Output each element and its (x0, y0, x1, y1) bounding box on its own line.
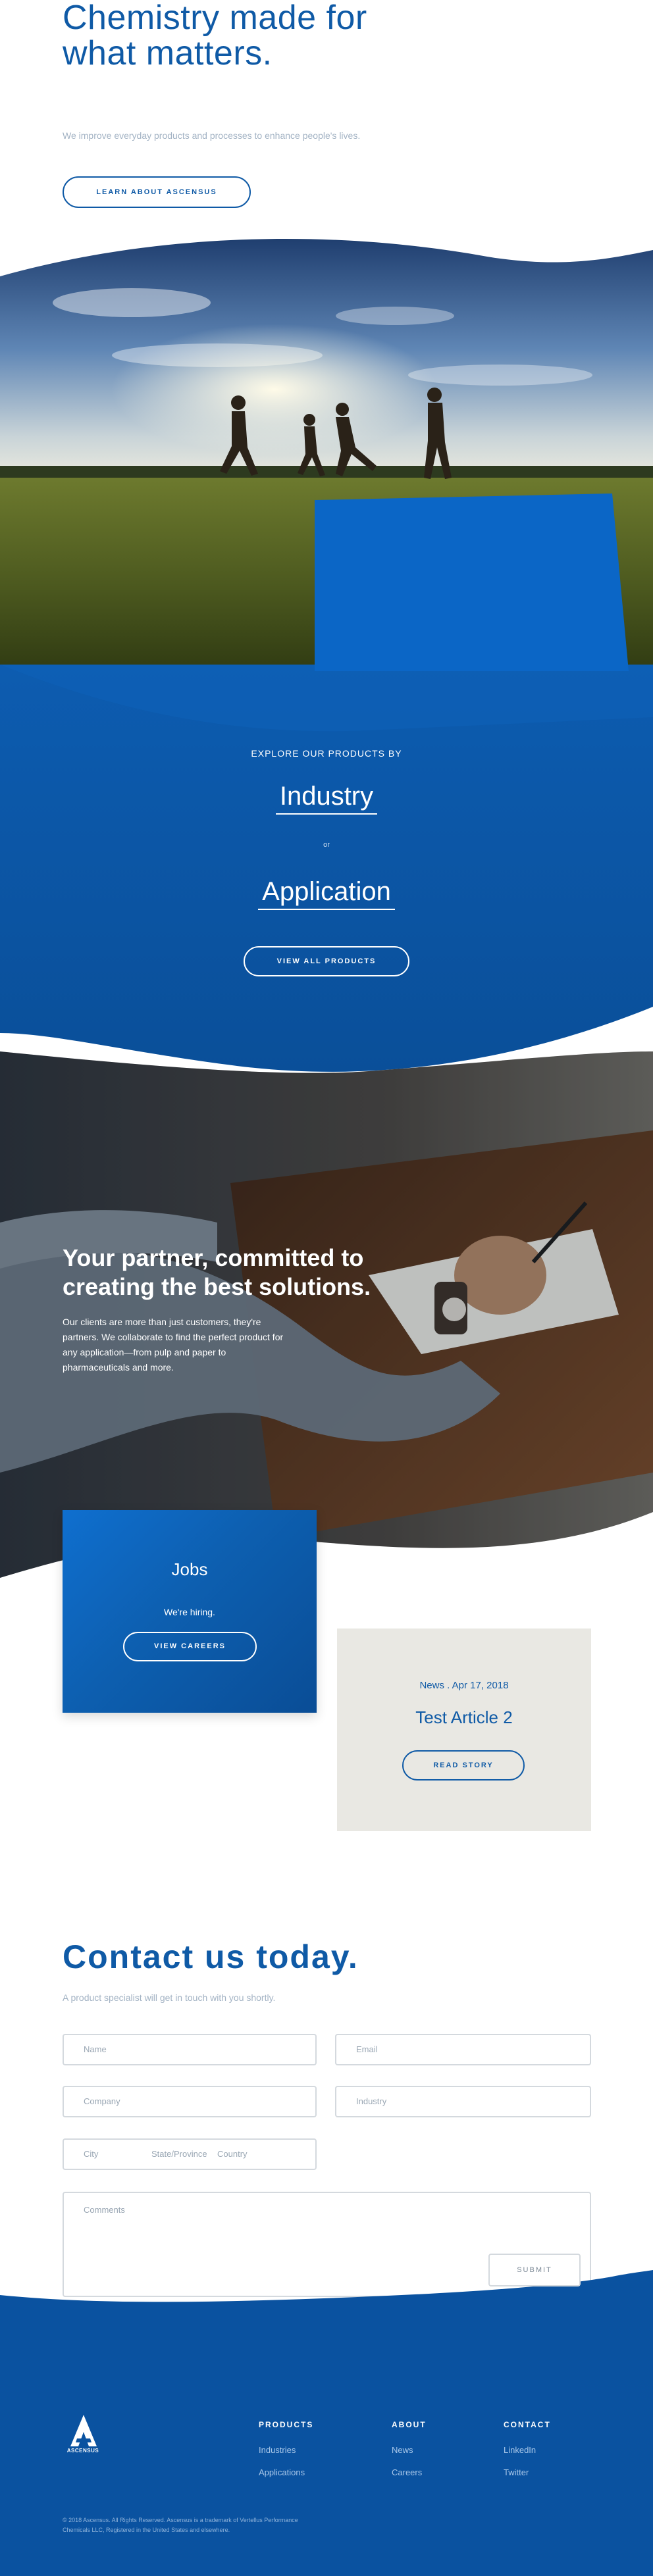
learn-about-button[interactable]: LEARN ABOUT ASCENSUS (63, 176, 251, 208)
photo-blue-overlay (315, 493, 629, 671)
footer-heading-about: ABOUT (392, 2420, 427, 2429)
footer-link-careers[interactable]: Careers (392, 2467, 422, 2477)
article-title[interactable]: Test Article 2 (337, 1707, 591, 1728)
footer-link-applications[interactable]: Applications (259, 2467, 305, 2477)
read-story-button[interactable]: READ STORY (402, 1750, 525, 1780)
name-field[interactable]: Name (63, 2034, 317, 2065)
jobs-title: Jobs (171, 1559, 208, 1579)
footer-link-news[interactable]: News (392, 2445, 413, 2455)
hero-title: Chemistry made for what matters. (63, 0, 367, 72)
footer-heading-contact: CONTACT (504, 2420, 551, 2429)
hero-subtitle: We improve everyday products and process… (63, 130, 361, 141)
industry-link[interactable]: Industry (0, 782, 653, 815)
footer-link-industries[interactable]: Industries (259, 2445, 296, 2455)
country-field[interactable]: Country (217, 2140, 248, 2169)
footer-link-twitter[interactable]: Twitter (504, 2467, 529, 2477)
page: Chemistry made for what matters. We impr… (0, 0, 653, 2576)
article-card: News . Apr 17, 2018 Test Article 2 READ … (337, 1629, 591, 1831)
application-link[interactable]: Application (0, 877, 653, 910)
industry-field[interactable]: Industry (335, 2086, 591, 2117)
article-meta: News . Apr 17, 2018 (419, 1680, 509, 1691)
application-link-label[interactable]: Application (258, 877, 395, 910)
partner-title: Your partner, committed to creating the … (63, 1244, 371, 1300)
contact-title: Contact us today. (63, 1938, 359, 1975)
view-careers-button[interactable]: VIEW CAREERS (123, 1632, 257, 1661)
industry-link-label[interactable]: Industry (275, 782, 378, 815)
footer-heading-products: PRODUCTS (259, 2420, 314, 2429)
copyright-text: © 2018 Ascensus. All Rights Reserved. As… (63, 2517, 298, 2533)
contact-subtitle: A product specialist will get in touch w… (63, 1992, 276, 2003)
company-field[interactable]: Company (63, 2086, 317, 2117)
location-field-group: City State/Province Country (63, 2138, 317, 2170)
logo-text: ASCENSUS (66, 2448, 99, 2454)
footer-link-linkedin[interactable]: LinkedIn (504, 2445, 536, 2455)
view-all-products-button[interactable]: VIEW ALL PRODUCTS (244, 946, 409, 976)
state-field[interactable]: State/Province (151, 2140, 207, 2169)
products-label: EXPLORE OUR PRODUCTS BY (251, 748, 402, 759)
city-field[interactable]: City (84, 2140, 98, 2169)
partner-body: Our clients are more than just customers… (63, 1317, 284, 1373)
jobs-subtitle: We're hiring. (164, 1607, 215, 1617)
submit-button[interactable]: SUBMIT (488, 2254, 581, 2286)
jobs-card: Jobs We're hiring. VIEW CAREERS (63, 1510, 317, 1713)
hero-section: Chemistry made for what matters. We impr… (0, 0, 653, 237)
email-field[interactable]: Email (335, 2034, 591, 2065)
or-separator: or (323, 841, 330, 849)
